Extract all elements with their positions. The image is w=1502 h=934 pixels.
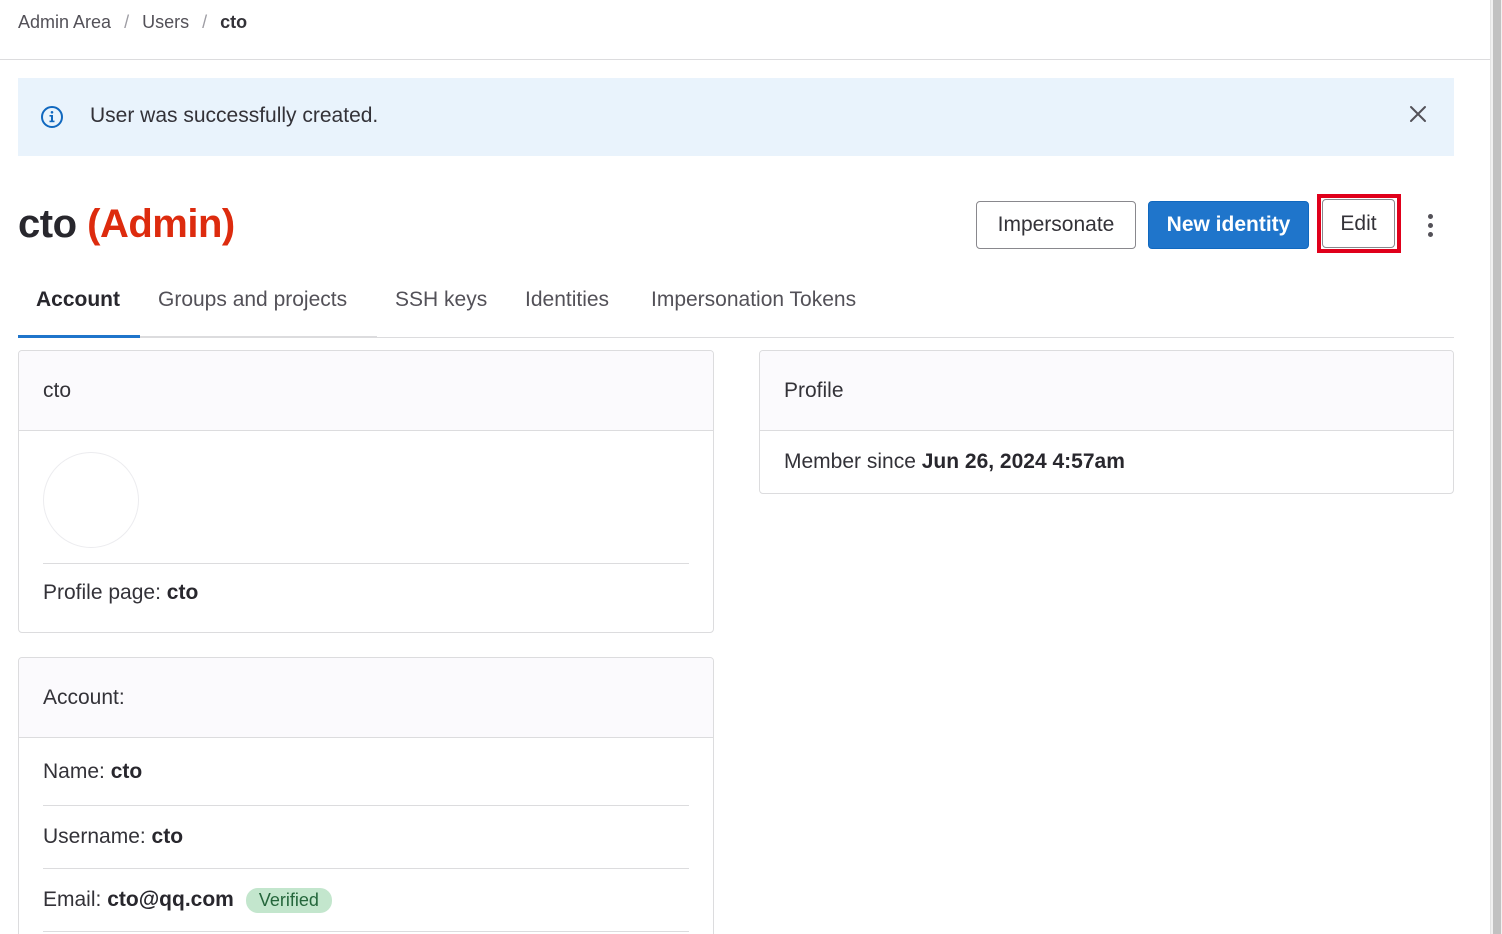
- user-card-header: cto: [19, 351, 713, 431]
- member-since-label: Member since: [784, 450, 916, 473]
- verified-badge: Verified: [245, 887, 332, 913]
- profile-card: Profile Member since Jun 26, 2024 4:57am: [759, 350, 1454, 494]
- username-label: Username:: [43, 825, 146, 848]
- account-name-row: Name: cto: [43, 738, 689, 806]
- name-value: cto: [110, 759, 143, 783]
- more-actions-icon[interactable]: [1418, 207, 1442, 243]
- breadcrumb: Admin Area / Users / cto: [18, 12, 247, 33]
- account-username-row: Username: cto: [43, 806, 689, 869]
- impersonate-button[interactable]: Impersonate: [976, 201, 1136, 249]
- new-identity-button[interactable]: New identity: [1148, 201, 1309, 249]
- tab-identities[interactable]: Identities: [525, 288, 609, 312]
- member-since-row: Member since Jun 26, 2024 4:57am: [784, 431, 1429, 474]
- close-icon[interactable]: [1408, 104, 1428, 124]
- vertical-scrollbar[interactable]: [1490, 0, 1502, 934]
- active-tab-indicator: [18, 335, 140, 338]
- breadcrumb-separator: /: [202, 12, 208, 32]
- account-card: Account: Name: cto Username: cto Email: …: [18, 657, 714, 934]
- email-value[interactable]: cto@qq.com: [107, 888, 234, 912]
- tab-impersonation-tokens[interactable]: Impersonation Tokens: [651, 288, 856, 312]
- user-name-title: cto: [18, 202, 77, 246]
- info-icon: [41, 106, 63, 128]
- account-card-header: Account:: [19, 658, 713, 738]
- alert-message: User was successfully created.: [90, 104, 379, 127]
- tab-underline-grey: [140, 336, 377, 338]
- tab-ssh-keys[interactable]: SSH keys: [395, 288, 487, 312]
- page: Admin Area / Users / cto User was succes…: [0, 0, 1502, 934]
- success-alert: User was successfully created.: [18, 78, 1454, 156]
- profile-page-link[interactable]: cto: [167, 581, 199, 604]
- profile-card-header: Profile: [760, 351, 1453, 431]
- avatar: [43, 452, 139, 548]
- tab-account[interactable]: Account: [36, 288, 120, 312]
- user-tabs: Account Groups and projects SSH keys Ide…: [18, 282, 1454, 338]
- page-title: cto (Admin): [18, 202, 235, 247]
- breadcrumb-current[interactable]: cto: [220, 12, 247, 33]
- admin-role-label: (Admin): [87, 202, 235, 246]
- username-value: cto: [151, 825, 184, 848]
- email-label: Email:: [43, 888, 102, 911]
- profile-page-row: Profile page: cto: [43, 564, 689, 605]
- account-email-row: Email: cto@qq.com Verified: [43, 869, 689, 932]
- breadcrumb-bar: Admin Area / Users / cto: [0, 0, 1490, 60]
- breadcrumb-users[interactable]: Users: [142, 12, 189, 33]
- profile-page-label: Profile page:: [43, 581, 161, 604]
- breadcrumb-separator: /: [124, 12, 130, 32]
- tab-groups-and-projects[interactable]: Groups and projects: [158, 288, 347, 312]
- member-since-value: Jun 26, 2024 4:57am: [921, 450, 1125, 473]
- user-card: cto Profile page: cto: [18, 350, 714, 633]
- breadcrumb-admin-area[interactable]: Admin Area: [18, 12, 111, 33]
- edit-button[interactable]: Edit: [1322, 199, 1395, 248]
- name-label: Name:: [43, 759, 105, 783]
- scrollbar-thumb[interactable]: [1493, 0, 1501, 934]
